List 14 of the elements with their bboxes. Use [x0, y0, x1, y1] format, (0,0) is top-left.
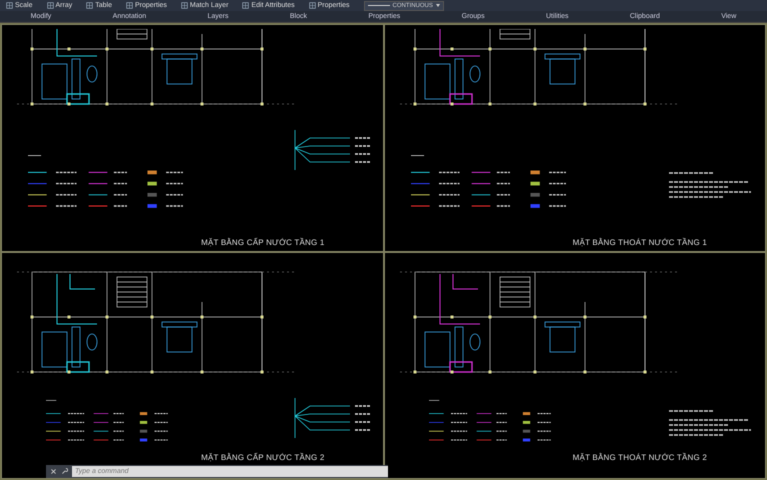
- wrench-icon[interactable]: [61, 468, 68, 475]
- sheet-title: MẶT BẰNG CẤP NƯỚC TẦNG 1: [201, 238, 324, 246]
- tool-icon: [308, 2, 316, 9]
- sheet-title: MẶT BẰNG CẤP NƯỚC TẦNG 2: [201, 453, 324, 462]
- sheet-title: MẶT BẰNG THOÁT NƯỚC TẦNG 1: [572, 238, 707, 246]
- close-icon[interactable]: [50, 468, 57, 475]
- tool-icon: [126, 2, 133, 9]
- tool-icon: [180, 2, 188, 9]
- tool-icon: [6, 2, 13, 9]
- tool-icon: [86, 2, 94, 9]
- tool-icon: [242, 2, 250, 9]
- tool-icon: [46, 2, 54, 9]
- sheet-title: MẶT BẰNG THOÁT NƯỚC TẦNG 2: [572, 453, 707, 462]
- caret-icon: [436, 4, 440, 7]
